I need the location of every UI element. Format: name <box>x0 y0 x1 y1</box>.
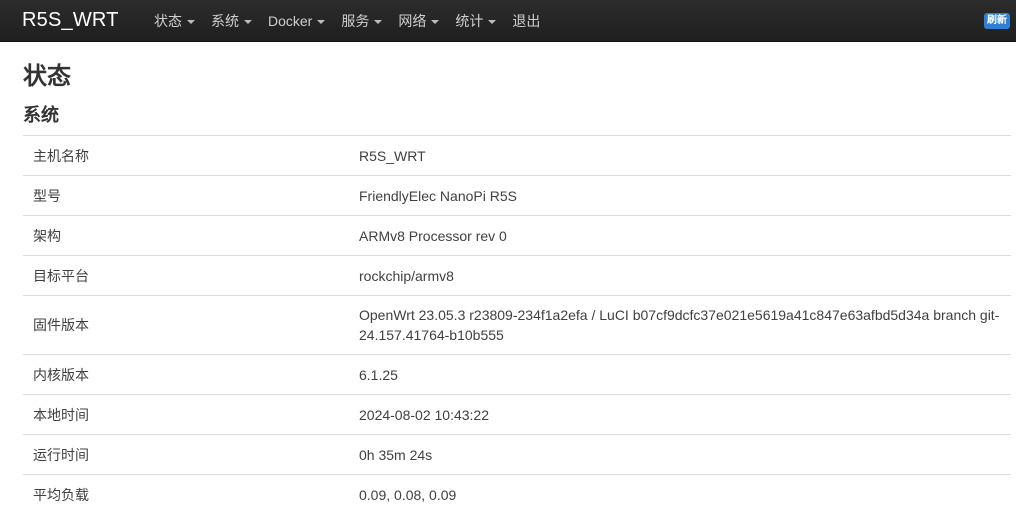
menu-docker[interactable]: Docker <box>260 0 333 42</box>
menu-logout-label: 退出 <box>512 13 541 29</box>
menu-services-label: 服务 <box>341 13 370 29</box>
table-row: 本地时间 2024-08-02 10:43:22 <box>23 394 1011 435</box>
table-row: 固件版本 OpenWrt 23.05.3 r23809-234f1a2efa /… <box>23 295 1011 355</box>
row-value-architecture: ARMv8 Processor rev 0 <box>349 215 1011 256</box>
section-title: 系统 <box>23 105 59 125</box>
chevron-down-icon <box>317 20 326 24</box>
row-key-hostname: 主机名称 <box>23 135 349 176</box>
table-row: 内核版本 6.1.25 <box>23 354 1011 395</box>
menu-system[interactable]: 系统 <box>203 0 260 42</box>
row-value-load-average: 0.09, 0.08, 0.09 <box>349 474 1011 515</box>
row-key-architecture: 架构 <box>23 215 349 256</box>
menu-status[interactable]: 状态 <box>146 0 203 42</box>
chevron-down-icon <box>374 20 383 24</box>
table-row: 运行时间 0h 35m 24s <box>23 434 1011 475</box>
table-row: 主机名称 R5S_WRT <box>23 135 1011 176</box>
brand-hostname[interactable]: R5S_WRT <box>22 8 119 32</box>
menu-statistics-label: 统计 <box>455 13 484 29</box>
chevron-down-icon <box>244 20 252 24</box>
menu-status-label: 状态 <box>154 13 182 29</box>
menu-network-label: 网络 <box>398 13 427 29</box>
menu-network[interactable]: 网络 <box>390 0 447 42</box>
row-key-load-average: 平均负载 <box>23 474 349 515</box>
chevron-down-icon <box>187 20 195 24</box>
row-key-uptime: 运行时间 <box>23 434 349 475</box>
top-navbar: R5S_WRT 状态 系统 Docker 服务 网络 统计 退出 刷新 <box>0 0 1016 42</box>
row-value-kernel-version: 6.1.25 <box>349 354 1011 395</box>
system-info-table: 主机名称 R5S_WRT 型号 FriendlyElec NanoPi R5S … <box>23 135 1011 515</box>
row-key-firmware-version: 固件版本 <box>23 295 349 355</box>
row-value-uptime: 0h 35m 24s <box>349 434 1011 475</box>
menu-logout[interactable]: 退出 <box>504 0 548 42</box>
row-value-target-platform: rockchip/armv8 <box>349 255 1011 296</box>
chevron-down-icon <box>488 20 497 24</box>
chevron-down-icon <box>431 20 440 24</box>
menu-services[interactable]: 服务 <box>333 0 390 42</box>
table-row: 型号 FriendlyElec NanoPi R5S <box>23 175 1011 216</box>
table-row: 平均负载 0.09, 0.08, 0.09 <box>23 474 1011 515</box>
main-menu: 状态 系统 Docker 服务 网络 统计 退出 <box>146 0 548 42</box>
row-value-firmware-version: OpenWrt 23.05.3 r23809-234f1a2efa / LuCI… <box>349 295 1011 355</box>
row-value-hostname: R5S_WRT <box>349 135 1011 176</box>
row-key-local-time: 本地时间 <box>23 394 349 435</box>
menu-docker-label: Docker <box>268 13 313 29</box>
row-key-kernel-version: 内核版本 <box>23 354 349 395</box>
row-key-model: 型号 <box>23 175 349 216</box>
row-key-target-platform: 目标平台 <box>23 255 349 296</box>
refresh-button[interactable]: 刷新 <box>984 13 1010 29</box>
page-title: 状态 <box>23 63 71 90</box>
menu-system-label: 系统 <box>211 13 239 29</box>
table-row: 架构 ARMv8 Processor rev 0 <box>23 215 1011 256</box>
menu-statistics[interactable]: 统计 <box>447 0 504 42</box>
row-value-local-time: 2024-08-02 10:43:22 <box>349 394 1011 435</box>
row-value-model: FriendlyElec NanoPi R5S <box>349 175 1011 216</box>
table-row: 目标平台 rockchip/armv8 <box>23 255 1011 296</box>
